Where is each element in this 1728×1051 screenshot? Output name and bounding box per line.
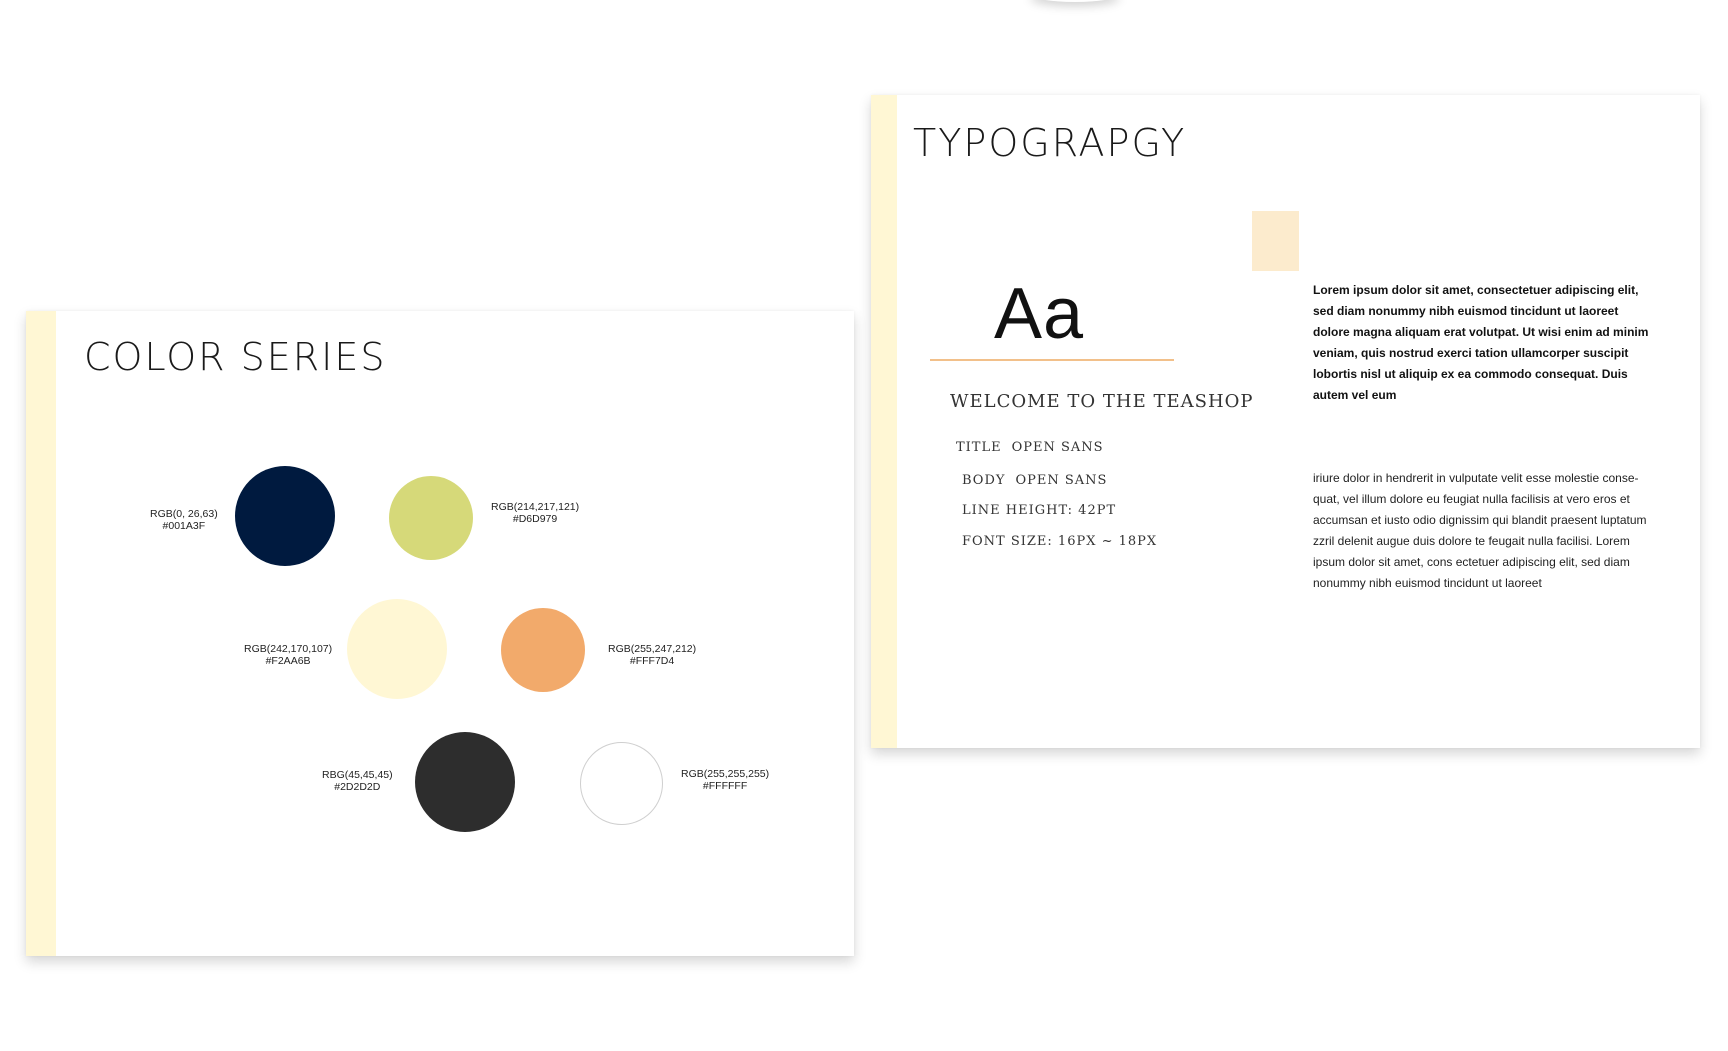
swatch-label-charcoal: RBG(45,45,45) #2D2D2D <box>322 769 393 793</box>
accent-square <box>1252 211 1299 271</box>
body-sample-paragraph: iriure dolor in hendrerit in vulputate v… <box>1313 471 1647 590</box>
swatch-navy <box>235 466 335 566</box>
swatch-charcoal <box>415 732 515 832</box>
swatch-label-white: RGB(255,255,255) #FFFFFF <box>681 768 770 792</box>
swatch-label-orange: RGB(255,247,212) #FFF7D4 <box>608 643 697 667</box>
bold-sample-paragraph: Lorem ipsum dolor sit amet, consectetuer… <box>1313 283 1649 402</box>
swatch-cream <box>347 599 447 699</box>
spec-line-height: LINE HEIGHT: 42PT <box>962 503 1117 518</box>
card-accent-stripe <box>26 311 56 956</box>
sample-heading: WELCOME TO THE TEASHOP <box>950 391 1254 412</box>
card-accent-stripe <box>871 95 897 748</box>
swatch-white <box>580 742 663 825</box>
spec-font-size: FONT SIZE: 16PX ~ 18PX <box>962 534 1158 549</box>
spec-title-font: TITLE OPEN SANS <box>956 440 1104 455</box>
swatch-label-navy: RGB(0, 26,63) #001A3F <box>150 508 218 532</box>
swatch-label-lime: RGB(214,217,121) #D6D979 <box>491 501 580 525</box>
offscreen-element-shadow <box>1030 0 1120 2</box>
swatch-label-cream: RGB(242,170,107) #F2AA6B <box>244 643 333 667</box>
swatch-lime <box>389 476 473 560</box>
typography-title: TYPOGRAPGY <box>913 121 1187 165</box>
color-series-title: COLOR SERIES <box>84 335 387 379</box>
swatch-orange <box>501 608 585 692</box>
type-specimen: Aa <box>994 274 1085 354</box>
spec-body-font: BODY OPEN SANS <box>962 473 1108 488</box>
typography-card: TYPOGRAPGY Aa WELCOME TO THE TEASHOP TIT… <box>871 95 1700 748</box>
color-series-card: COLOR SERIES RGB(0, 26,63) #001A3F RGB(21… <box>26 311 854 956</box>
specimen-underline <box>930 359 1174 361</box>
